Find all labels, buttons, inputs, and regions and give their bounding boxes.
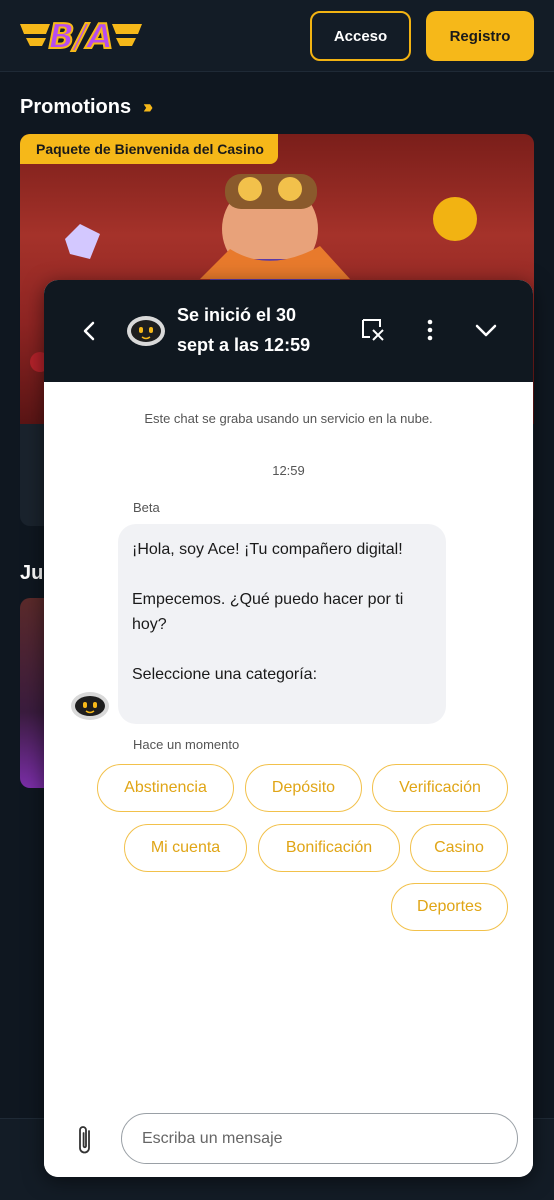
message-line: ¡Hola, soy Ace! ¡Tu compañero digital! (132, 541, 403, 558)
message-line: Seleccione una categoría: (132, 666, 318, 683)
paperclip-icon[interactable] (75, 1123, 95, 1157)
chevron-down-icon[interactable] (472, 318, 500, 342)
message-time: Hace un momento (133, 737, 240, 752)
bot-message-bubble: ¡Hola, soy Ace! ¡Tu compañero digital! E… (118, 524, 446, 724)
chat-header-title: Se inició el 30 sept a las 12:59 (177, 305, 311, 355)
more-options-icon[interactable] (422, 317, 438, 343)
bot-avatar-icon (127, 316, 165, 346)
promotions-heading[interactable]: Promotions ››› (20, 96, 153, 119)
top-bar: B/A Acceso Registro (0, 0, 554, 72)
bot-avatar-icon (71, 692, 109, 720)
promo-badge: Paquete de Bienvenida del Casino (20, 134, 278, 164)
category-chip-mi-cuenta[interactable]: Mi cuenta (124, 824, 247, 872)
category-chip-deposito[interactable]: Depósito (245, 764, 362, 812)
category-chip-deportes[interactable]: Deportes (391, 883, 508, 931)
popout-window-icon[interactable] (360, 317, 386, 343)
message-input[interactable] (121, 1113, 518, 1164)
message-composer (44, 1105, 533, 1177)
login-button[interactable]: Acceso (310, 11, 411, 61)
category-chip-casino[interactable]: Casino (410, 824, 508, 872)
chevrons-right-icon: ››› (143, 97, 153, 117)
brand-logo-text: B/A (49, 17, 114, 57)
recording-notice: Este chat se graba usando un servicio en… (144, 411, 433, 426)
message-line: Empecemos. ¿Qué puedo hacer por ti hoy? (132, 591, 404, 633)
games-section-title: Ju (20, 562, 44, 584)
category-chip-abstinencia[interactable]: Abstinencia (97, 764, 234, 812)
back-arrow-icon[interactable] (78, 317, 100, 345)
register-button[interactable]: Registro (426, 11, 534, 61)
chat-widget: Se inició el 30 sept a las 12:59 Este ch… (44, 280, 533, 1177)
category-chip-bonificacion[interactable]: Bonificación (258, 824, 400, 872)
brand-logo[interactable]: B/A (20, 12, 142, 58)
promotions-title: Promotions (20, 96, 132, 118)
chat-header: Se inició el 30 sept a las 12:59 (44, 280, 533, 382)
sender-name: Beta (133, 500, 160, 515)
category-chip-verificacion[interactable]: Verificación (372, 764, 508, 812)
chat-timestamp: 12:59 (272, 463, 305, 478)
